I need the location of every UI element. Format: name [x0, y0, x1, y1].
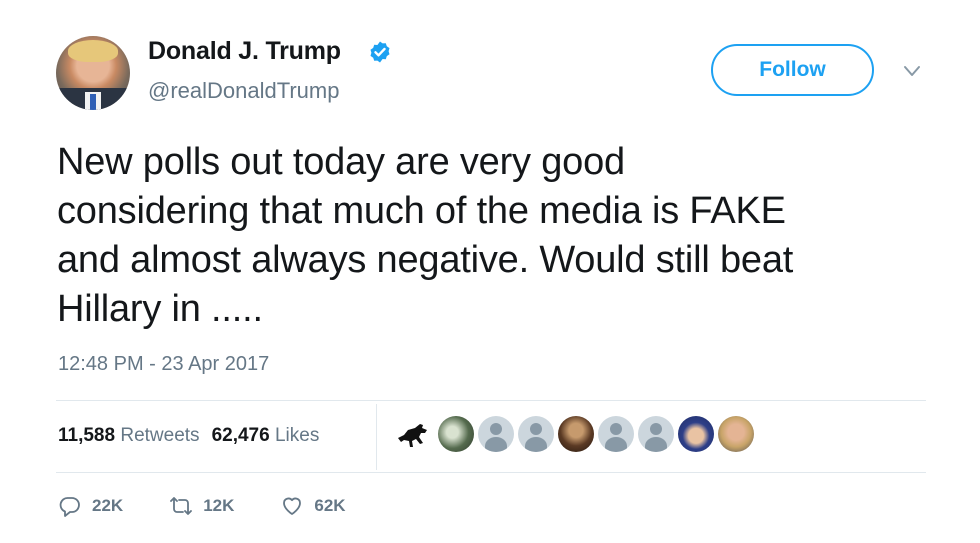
user-handle[interactable]: @realDonaldTrump	[148, 78, 339, 104]
action-bar: 22K 12K 62K	[58, 494, 392, 518]
retweet-button[interactable]: 12K	[169, 494, 234, 518]
default-avatar[interactable]	[598, 416, 634, 452]
likes-stat[interactable]: 62,476 Likes	[212, 425, 320, 447]
retweet-icon	[170, 497, 193, 515]
retweets-label: Retweets	[120, 425, 200, 446]
likes-count: 62,476	[211, 425, 270, 446]
stats-divider	[376, 404, 377, 470]
verified-badge-icon	[370, 41, 390, 63]
like-count: 62K	[314, 496, 346, 515]
horse-icon	[398, 424, 427, 447]
reply-button[interactable]: 22K	[58, 494, 123, 518]
retweets-count: 11,588	[58, 425, 116, 446]
engagement-stats: 11,588 Retweets 62,476 Likes	[58, 425, 319, 447]
liker-avatar[interactable]	[678, 416, 714, 452]
reply-count: 22K	[92, 496, 124, 515]
default-avatar[interactable]	[638, 416, 674, 452]
retweet-count: 12K	[203, 496, 235, 515]
default-avatar[interactable]	[518, 416, 554, 452]
tweet-timestamp[interactable]: 12:48 PM - 23 Apr 2017	[58, 353, 269, 376]
chevron-down-icon[interactable]	[903, 64, 921, 78]
liker-avatar[interactable]	[438, 416, 474, 452]
default-avatar[interactable]	[478, 416, 514, 452]
liker-avatars	[394, 416, 754, 452]
heart-icon	[283, 497, 302, 515]
horse-avatar[interactable]	[394, 416, 434, 452]
liker-avatar[interactable]	[558, 416, 594, 452]
profile-avatar[interactable]	[56, 36, 130, 110]
divider	[56, 400, 926, 401]
likes-label: Likes	[274, 425, 320, 446]
like-button[interactable]: 62K	[280, 494, 346, 518]
reply-icon	[59, 497, 80, 517]
divider	[56, 472, 926, 473]
display-name[interactable]: Donald J. Trump	[148, 37, 341, 66]
follow-button[interactable]: Follow	[711, 44, 874, 96]
tweet-text: New polls out today are very good consid…	[57, 141, 794, 330]
liker-avatar[interactable]	[718, 416, 754, 452]
retweets-stat[interactable]: 11,588 Retweets	[58, 425, 200, 447]
